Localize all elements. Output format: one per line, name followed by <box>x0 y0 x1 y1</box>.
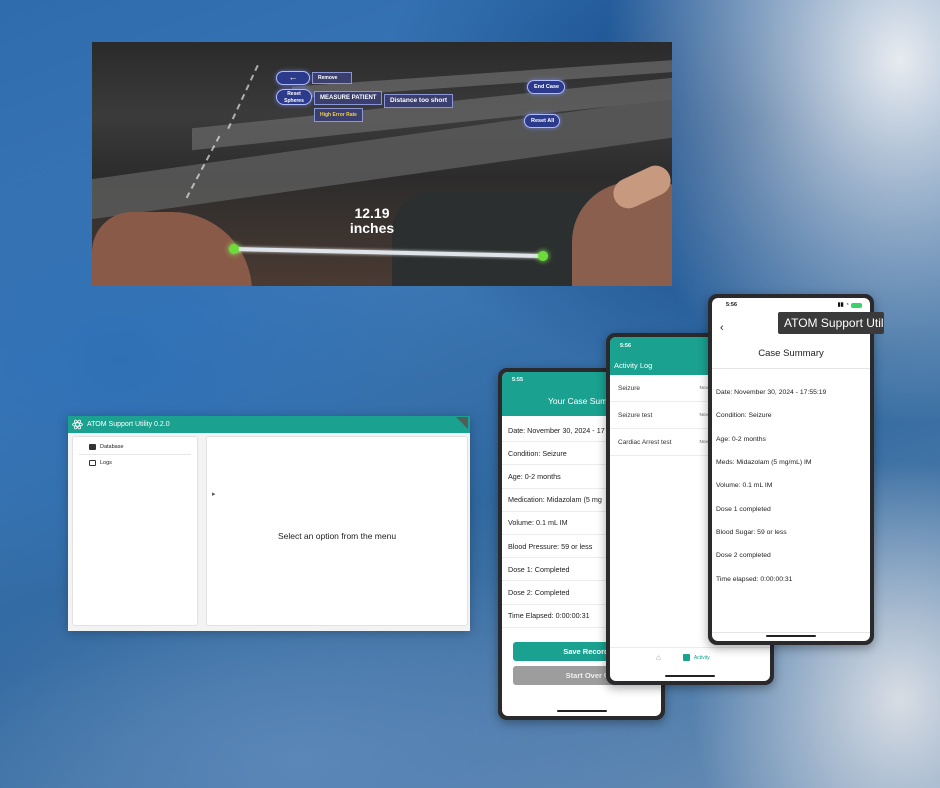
measurement-end-sphere[interactable] <box>538 251 548 261</box>
status-time: 5:55 <box>512 377 524 383</box>
log-name: Seizure <box>618 384 641 392</box>
sidebar: Database Logs <box>72 436 198 626</box>
summary-row: Dose 2 completed <box>716 552 771 560</box>
summary-row: Date: November 30, 2024 - 17:55:19 <box>716 389 827 397</box>
tab-label: Activity <box>693 654 710 661</box>
log-name: Seizure test <box>618 411 653 419</box>
summary-row: Age: 0-2 months <box>716 435 766 443</box>
vr-measure-patient-label: MEASURE PATIENT <box>314 91 383 105</box>
left-hand <box>92 212 252 286</box>
status-time: 5:56 <box>620 343 632 349</box>
summary-list: Date: November 30, 2024 - 17:55:19 Condi… <box>716 381 826 591</box>
vr-end-case-button[interactable]: End Case <box>527 80 565 94</box>
measurement-readout: 12.19 inches <box>342 206 402 236</box>
page-title: Case Summary <box>758 348 824 359</box>
tab-activity[interactable]: Activity <box>682 654 710 661</box>
summary-row: Meds: Midazolam (5 mg/mL) IM <box>716 459 812 467</box>
summary-row: Condition: Seizure <box>716 412 772 420</box>
atom-support-utility-window: ATOM Support Utility 0.2.0 Database Logs… <box>68 416 470 631</box>
database-icon <box>89 444 96 450</box>
vr-measurement-photo: ← Remove Reset Spheres MEASURE PATIENT D… <box>92 42 672 286</box>
battery-icon <box>851 302 862 308</box>
measurement-start-sphere[interactable] <box>229 244 239 254</box>
vr-distance-status: Distance too short <box>384 94 454 108</box>
home-indicator <box>766 635 816 637</box>
measurement-value: 12.19 <box>354 205 390 221</box>
summary-row: Blood Sugar: 59 or less <box>716 528 787 536</box>
log-name: Cardiac Arrest test <box>618 438 672 446</box>
summary-row: Time elapsed: 0:00:00:31 <box>716 575 793 583</box>
vr-reset-spheres-button[interactable]: Reset Spheres <box>276 89 312 105</box>
home-indicator <box>556 710 607 712</box>
tab-home-icon[interactable]: ⌂ <box>656 653 661 662</box>
logs-icon <box>89 459 96 466</box>
phone-case-summary-detail: 5:56 ▮▮ ◔ ‹ Case Summary Date: November … <box>708 294 874 645</box>
bottom-tab-bar: ⌂ Activity <box>610 647 770 667</box>
guide-line <box>227 64 259 130</box>
main-content: Select an option from the menu <box>206 436 468 626</box>
vr-remove-button[interactable]: Remove <box>312 72 352 84</box>
measurement-unit: inches <box>349 220 395 236</box>
activity-icon <box>682 654 690 661</box>
atom-logo-icon <box>72 419 83 430</box>
window-title: ATOM Support Utility 0.2.0 <box>87 421 170 428</box>
home-indicator <box>665 675 715 677</box>
signal-icon: ▮▮ <box>837 302 844 308</box>
page-title: Activity Log <box>614 361 653 370</box>
sidebar-item-label: Logs <box>100 459 112 466</box>
empty-state-message: Select an option from the menu <box>277 531 397 541</box>
summary-row: Volume: 0.1 mL IM <box>716 482 773 490</box>
wifi-icon: ◔ <box>845 302 849 308</box>
back-chevron-icon[interactable]: ‹ <box>720 322 724 334</box>
mouse-cursor-icon: ▸ <box>212 491 216 498</box>
sidebar-item-logs[interactable]: Logs <box>79 455 191 470</box>
summary-row: Dose 1 completed <box>716 505 771 513</box>
title-bar: ATOM Support Utility 0.2.0 <box>68 416 470 433</box>
status-time: 5:56 <box>726 302 738 308</box>
sidebar-item-label: Database <box>100 444 124 450</box>
vr-reset-all-button[interactable]: Reset All <box>524 114 560 128</box>
status-icons: ▮▮ ◔ <box>838 302 862 308</box>
vr-error-rate-warning: High Error Rate <box>314 108 363 122</box>
page-title: Your Case Summ <box>548 396 615 406</box>
app-tooltip: ATOM Support Utility <box>778 312 884 334</box>
phone-screen: 5:56 ▮▮ ◔ ‹ Case Summary Date: November … <box>712 298 870 641</box>
sidebar-item-database[interactable]: Database <box>79 440 191 455</box>
debug-banner <box>456 417 468 429</box>
vr-back-button[interactable]: ← <box>276 71 310 85</box>
divider <box>712 632 870 633</box>
divider <box>712 368 870 369</box>
